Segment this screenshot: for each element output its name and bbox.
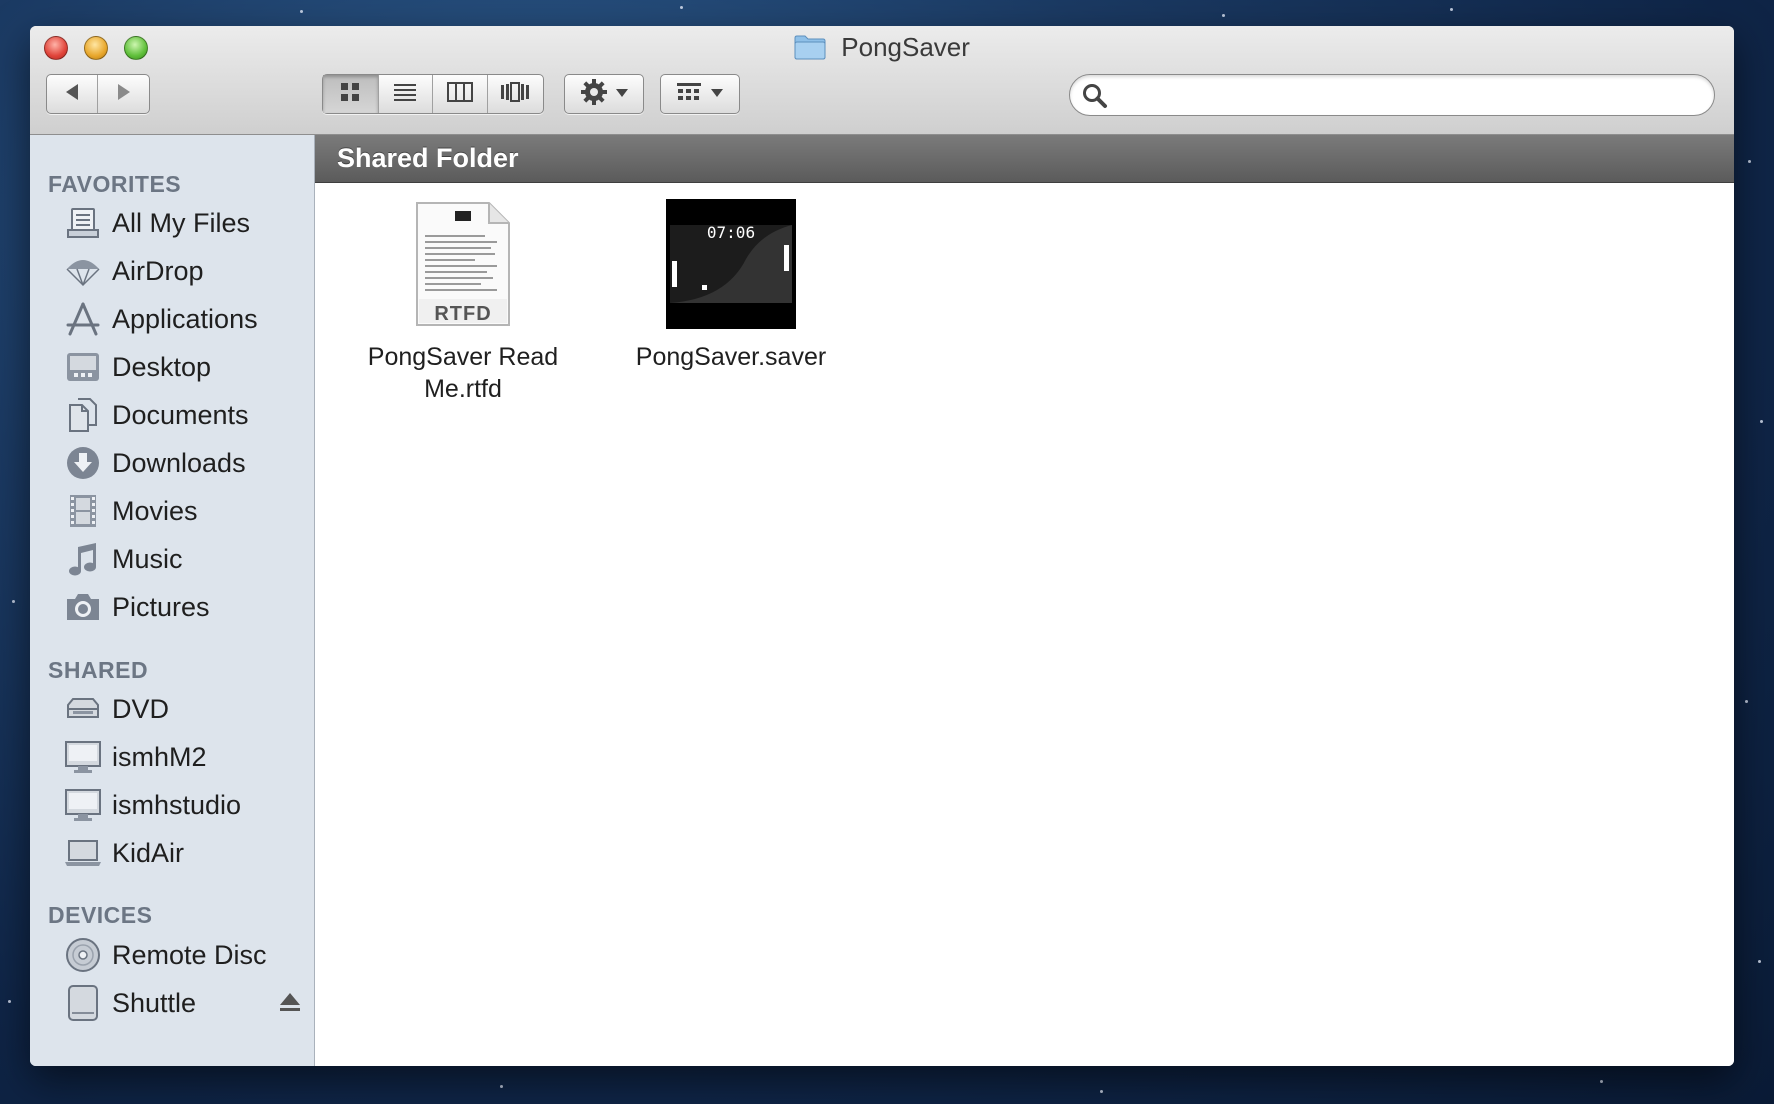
list-view-button[interactable] [379, 75, 433, 113]
sidebar-item-movies[interactable]: Movies [30, 488, 314, 534]
search-input[interactable] [1118, 81, 1702, 111]
sidebar-item-ismhstudio[interactable]: ismhstudio [30, 782, 314, 828]
sidebar-item-label: ismhM2 [112, 741, 207, 772]
airdrop-icon [64, 252, 102, 290]
sidebar-item-label: KidAir [112, 837, 185, 868]
chevron-down-icon [615, 85, 629, 103]
action-menu-button[interactable] [564, 74, 644, 114]
sidebar-item-label: Pictures [112, 591, 210, 622]
sidebar-item-label: Remote Disc [112, 939, 267, 970]
screensaver-clock: 07:06 [706, 223, 756, 242]
forward-button[interactable] [98, 75, 149, 113]
sidebar-item-label: Documents [112, 399, 249, 430]
icon-view-icon [339, 81, 361, 108]
pictures-icon [64, 588, 102, 626]
sidebar-item-label: Desktop [112, 351, 212, 382]
computer-icon [64, 738, 102, 776]
sidebar-item-pictures[interactable]: Pictures [30, 584, 314, 630]
sidebar-item-dvd[interactable]: DVD [30, 686, 314, 732]
computer-icon [64, 786, 102, 824]
search-icon [1082, 83, 1108, 114]
view-mode-selector [322, 74, 544, 114]
column-view-button[interactable] [433, 75, 488, 113]
all-files-icon [64, 204, 102, 242]
sidebar-item-downloads[interactable]: Downloads [30, 440, 314, 486]
window-title-text: PongSaver [841, 32, 970, 62]
music-icon [64, 540, 102, 578]
sidebar-item-airdrop[interactable]: AirDrop [30, 248, 314, 294]
action-menu-content [565, 75, 643, 113]
sidebar-item-ismhm2[interactable]: ismhM2 [30, 734, 314, 780]
movies-icon [64, 492, 102, 530]
column-view-icon [446, 81, 473, 108]
file-item-saver[interactable]: 07:06 PongSaver.saver [621, 199, 841, 373]
sidebar-item-documents[interactable]: Documents [30, 392, 314, 438]
sidebar-item-label: Downloads [112, 447, 246, 478]
screensaver-icon [666, 199, 796, 329]
sidebar-item-label: AirDrop [112, 255, 204, 286]
grid-icon [676, 81, 702, 108]
sidebar-item-label: ismhstudio [112, 789, 242, 820]
chevron-down-icon [710, 85, 724, 103]
file-item-readme[interactable]: RTFD PongSaver Read Me.rtfd [353, 199, 573, 405]
sidebar-item-all-my-files[interactable]: All My Files [30, 200, 314, 246]
folder-icon [794, 34, 826, 67]
dvd-icon [64, 690, 102, 728]
desktop-icon [64, 348, 102, 386]
documents-icon [64, 396, 102, 434]
drive-icon [64, 984, 102, 1022]
folder-heading: Shared Folder [337, 143, 519, 173]
sidebar-item-label: Shuttle [112, 987, 197, 1018]
toolbar: PongSaver [30, 26, 1734, 135]
sidebar-item-desktop[interactable]: Desktop [30, 344, 314, 390]
arrange-menu-content [661, 75, 739, 113]
sidebar-item-label: All My Files [112, 207, 251, 238]
content-area: Shared Folder RTFD PongSaver Read Me.rtf… [315, 135, 1734, 1066]
file-name: PongSaver Read Me.rtfd [367, 343, 559, 403]
sidebar-item-kidair[interactable]: KidAir [30, 830, 314, 876]
icon-view-button[interactable] [323, 75, 379, 113]
sidebar-item-label: Movies [112, 495, 198, 526]
navigation-buttons [46, 74, 150, 114]
downloads-icon [64, 444, 102, 482]
sidebar-item-label: DVD [112, 693, 170, 724]
sidebar-header-shared: SHARED [48, 657, 149, 683]
sidebar-header-favorites: FAVORITES [48, 171, 182, 197]
disc-icon [64, 936, 102, 974]
laptop-icon [64, 834, 102, 872]
sidebar: FAVORITES All My Files AirDrop Applicati… [30, 135, 315, 1066]
gear-icon [579, 77, 609, 112]
back-button[interactable] [47, 75, 99, 113]
sidebar-item-remote-disc[interactable]: Remote Disc [30, 932, 314, 978]
cover-flow-icon [500, 81, 530, 108]
search-field [1069, 74, 1715, 116]
list-view-icon [393, 81, 417, 108]
sidebar-item-applications[interactable]: Applications [30, 296, 314, 342]
file-badge: RTFD [434, 303, 492, 325]
sidebar-header-devices: DEVICES [48, 902, 153, 928]
path-bar: Shared Folder [315, 135, 1734, 183]
sidebar-item-label: Music [112, 543, 183, 574]
window-title: PongSaver [30, 32, 1734, 67]
applications-icon [64, 300, 102, 338]
chevron-left-icon [63, 82, 81, 107]
finder-window: PongSaver FAVORITES All My Files AirDrop… [30, 26, 1734, 1066]
sidebar-item-shuttle[interactable]: Shuttle [30, 980, 314, 1026]
sidebar-item-music[interactable]: Music [30, 536, 314, 582]
sidebar-item-label: Applications [112, 303, 258, 334]
arrange-menu-button[interactable] [660, 74, 740, 114]
file-name: PongSaver.saver [635, 343, 827, 371]
cover-flow-view-button[interactable] [488, 75, 543, 113]
chevron-right-icon [115, 82, 133, 107]
eject-icon[interactable] [278, 990, 302, 1019]
